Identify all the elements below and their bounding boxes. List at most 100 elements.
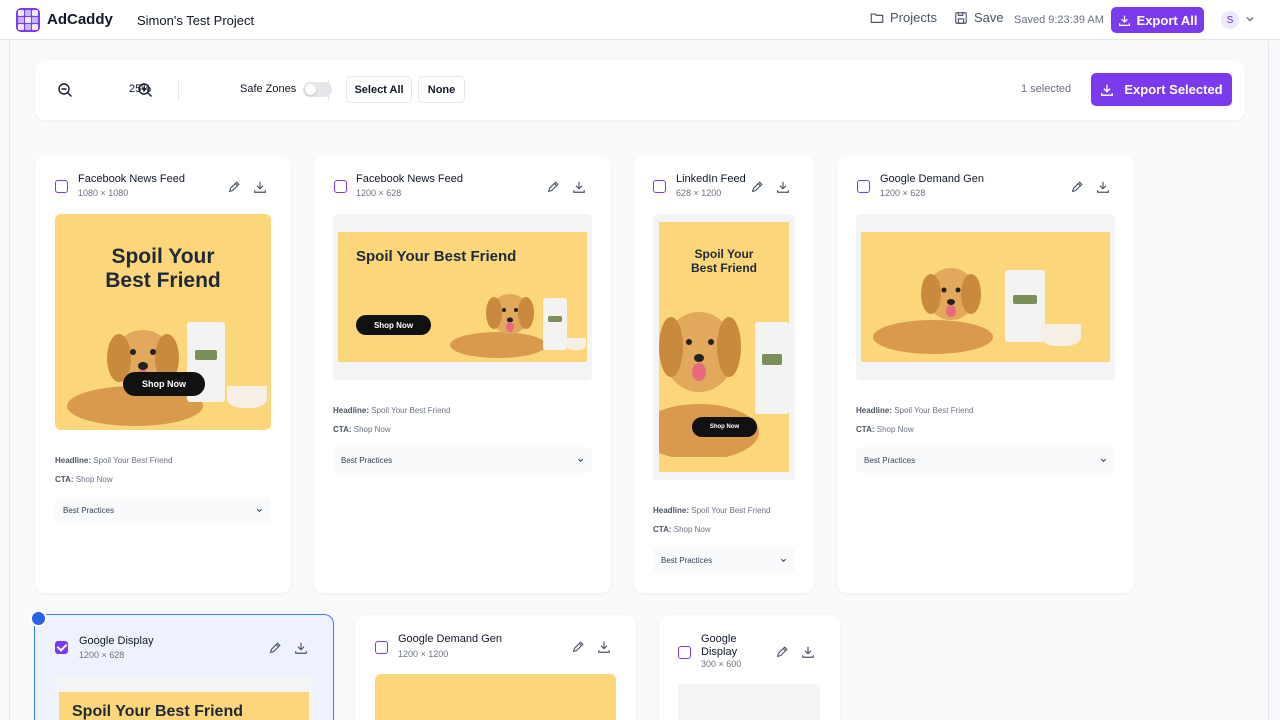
- download-icon[interactable]: [597, 640, 611, 654]
- best-practices-label: Best Practices: [341, 455, 393, 465]
- creative-frame: [678, 684, 820, 720]
- ad-creative-preview[interactable]: Spoil Your Best Friend: [59, 692, 309, 720]
- chevron-down-icon: [577, 458, 584, 463]
- download-icon[interactable]: [294, 641, 308, 655]
- dog-food-bag-image: [755, 322, 789, 414]
- ad-creative-preview[interactable]: [861, 232, 1110, 362]
- card-size: 628 × 1200: [676, 188, 722, 198]
- download-icon: [1101, 84, 1114, 96]
- edit-pencil-icon[interactable]: [227, 180, 241, 194]
- top-bar: AdCaddy Simon's Test Project Projects Sa…: [0, 0, 1280, 40]
- card-size: 300 × 600: [701, 659, 742, 669]
- best-practices-dropdown[interactable]: Best Practices: [333, 447, 592, 473]
- meta-label: Headline:: [55, 456, 92, 465]
- download-icon[interactable]: [801, 645, 815, 659]
- best-practices-dropdown[interactable]: Best Practices: [653, 547, 795, 573]
- folder-icon: [870, 12, 884, 23]
- card-title: Google Display: [701, 633, 738, 658]
- food-bowl-image: [566, 338, 586, 350]
- edit-pencil-icon[interactable]: [571, 640, 585, 654]
- card-title: Facebook News Feed: [356, 173, 463, 185]
- edit-pencil-icon[interactable]: [546, 180, 560, 194]
- headline-meta: Headline: Spoil Your Best Friend: [333, 406, 450, 415]
- export-all-button[interactable]: Export All: [1111, 7, 1204, 33]
- app-name[interactable]: AdCaddy: [47, 11, 113, 28]
- adcaddy-logo-icon[interactable]: [16, 8, 40, 32]
- card-checkbox[interactable]: [375, 641, 388, 654]
- creative-headline: Spoil Your Best Friend: [55, 245, 271, 293]
- ad-creative-preview[interactable]: [375, 674, 616, 720]
- card-size: 1200 × 628: [79, 650, 125, 660]
- creative-frame: Spoil Your Best Friend Shop Now: [653, 214, 795, 480]
- card-checkbox[interactable]: [55, 641, 68, 654]
- floppy-disk-icon: [955, 11, 967, 24]
- select-none-button[interactable]: None: [418, 76, 465, 103]
- creative-headline: Spoil Your Best Friend: [356, 248, 517, 265]
- ad-card[interactable]: LinkedIn Feed 628 × 1200 Spoil Your Best…: [634, 155, 814, 593]
- best-practices-dropdown[interactable]: Best Practices: [856, 447, 1115, 473]
- meta-label: CTA:: [653, 525, 672, 534]
- best-practices-label: Best Practices: [864, 455, 916, 465]
- card-checkbox[interactable]: [678, 646, 691, 659]
- zoom-in-icon[interactable]: [137, 82, 153, 98]
- edit-pencil-icon[interactable]: [750, 180, 764, 194]
- dog-food-bag-image: [543, 298, 567, 350]
- projects-button[interactable]: Projects: [870, 10, 937, 25]
- project-title[interactable]: Simon's Test Project: [137, 13, 254, 28]
- ad-card[interactable]: Facebook News Feed 1080 × 1080 Spoil You…: [35, 155, 291, 593]
- export-selected-button[interactable]: Export Selected: [1091, 73, 1232, 106]
- download-icon: [1118, 15, 1130, 26]
- ad-card[interactable]: Google Demand Gen 1200 × 628 Headline: S…: [837, 155, 1134, 593]
- creative-frame: [856, 214, 1115, 380]
- safe-zones-label: Safe Zones: [240, 83, 297, 95]
- export-selected-label: Export Selected: [1124, 82, 1223, 97]
- headline-meta: Headline: Spoil Your Best Friend: [653, 506, 770, 515]
- best-practices-label: Best Practices: [661, 555, 713, 565]
- best-practices-label: Best Practices: [63, 505, 115, 515]
- card-checkbox[interactable]: [55, 180, 68, 193]
- meta-label: CTA:: [333, 425, 352, 434]
- card-checkbox[interactable]: [857, 180, 870, 193]
- meta-value: Shop Now: [876, 425, 914, 434]
- download-icon[interactable]: [776, 180, 790, 194]
- avatar[interactable]: S: [1221, 11, 1239, 29]
- download-icon[interactable]: [1096, 180, 1110, 194]
- select-all-button[interactable]: Select All: [346, 76, 412, 103]
- food-bowl-image: [227, 386, 267, 408]
- edit-pencil-icon[interactable]: [775, 645, 789, 659]
- card-title: LinkedIn Feed: [676, 173, 746, 185]
- download-icon[interactable]: [572, 180, 586, 194]
- meta-value: Spoil Your Best Friend: [93, 456, 173, 465]
- cta-meta: CTA: Shop Now: [653, 525, 711, 534]
- best-practices-dropdown[interactable]: Best Practices: [55, 497, 271, 523]
- save-label: Save: [974, 10, 1004, 25]
- meta-label: CTA:: [856, 425, 875, 434]
- card-checkbox[interactable]: [653, 180, 666, 193]
- headline-meta: Headline: Spoil Your Best Friend: [856, 406, 973, 415]
- ad-creative-preview[interactable]: Spoil Your Best Friend Shop Now: [55, 214, 271, 430]
- ad-creative-preview[interactable]: Spoil Your Best Friend Shop Now: [659, 222, 789, 472]
- edit-pencil-icon[interactable]: [1070, 180, 1084, 194]
- ad-creative-preview[interactable]: Spoil Your Best Friend Shop Now: [338, 232, 587, 362]
- meta-value: Spoil Your Best Friend: [371, 406, 451, 415]
- divider: [178, 79, 179, 101]
- cta-meta: CTA: Shop Now: [856, 425, 914, 434]
- ad-card[interactable]: Google Display 1200 × 628 Spoil Your Bes…: [34, 614, 334, 720]
- divider: [328, 79, 329, 101]
- creative-frame: Spoil Your Best Friend Shop Now: [333, 214, 592, 380]
- meta-value: Shop Now: [353, 425, 391, 434]
- edit-pencil-icon[interactable]: [268, 641, 282, 655]
- chevron-down-icon[interactable]: [1244, 13, 1256, 25]
- ad-card[interactable]: Google Display 300 × 600: [659, 615, 840, 720]
- card-checkbox[interactable]: [334, 180, 347, 193]
- download-icon[interactable]: [253, 180, 267, 194]
- save-button[interactable]: Save: [954, 10, 1004, 25]
- meta-value: Shop Now: [673, 525, 711, 534]
- selection-pin-icon[interactable]: [30, 610, 47, 627]
- creative-cta: Shop Now: [692, 417, 757, 437]
- ad-card[interactable]: Google Demand Gen 1200 × 1200: [355, 615, 636, 720]
- zoom-out-icon[interactable]: [57, 82, 73, 98]
- golden-retriever-image: [67, 330, 203, 426]
- cta-meta: CTA: Shop Now: [333, 425, 391, 434]
- ad-card[interactable]: Facebook News Feed 1200 × 628 Spoil Your…: [314, 155, 611, 593]
